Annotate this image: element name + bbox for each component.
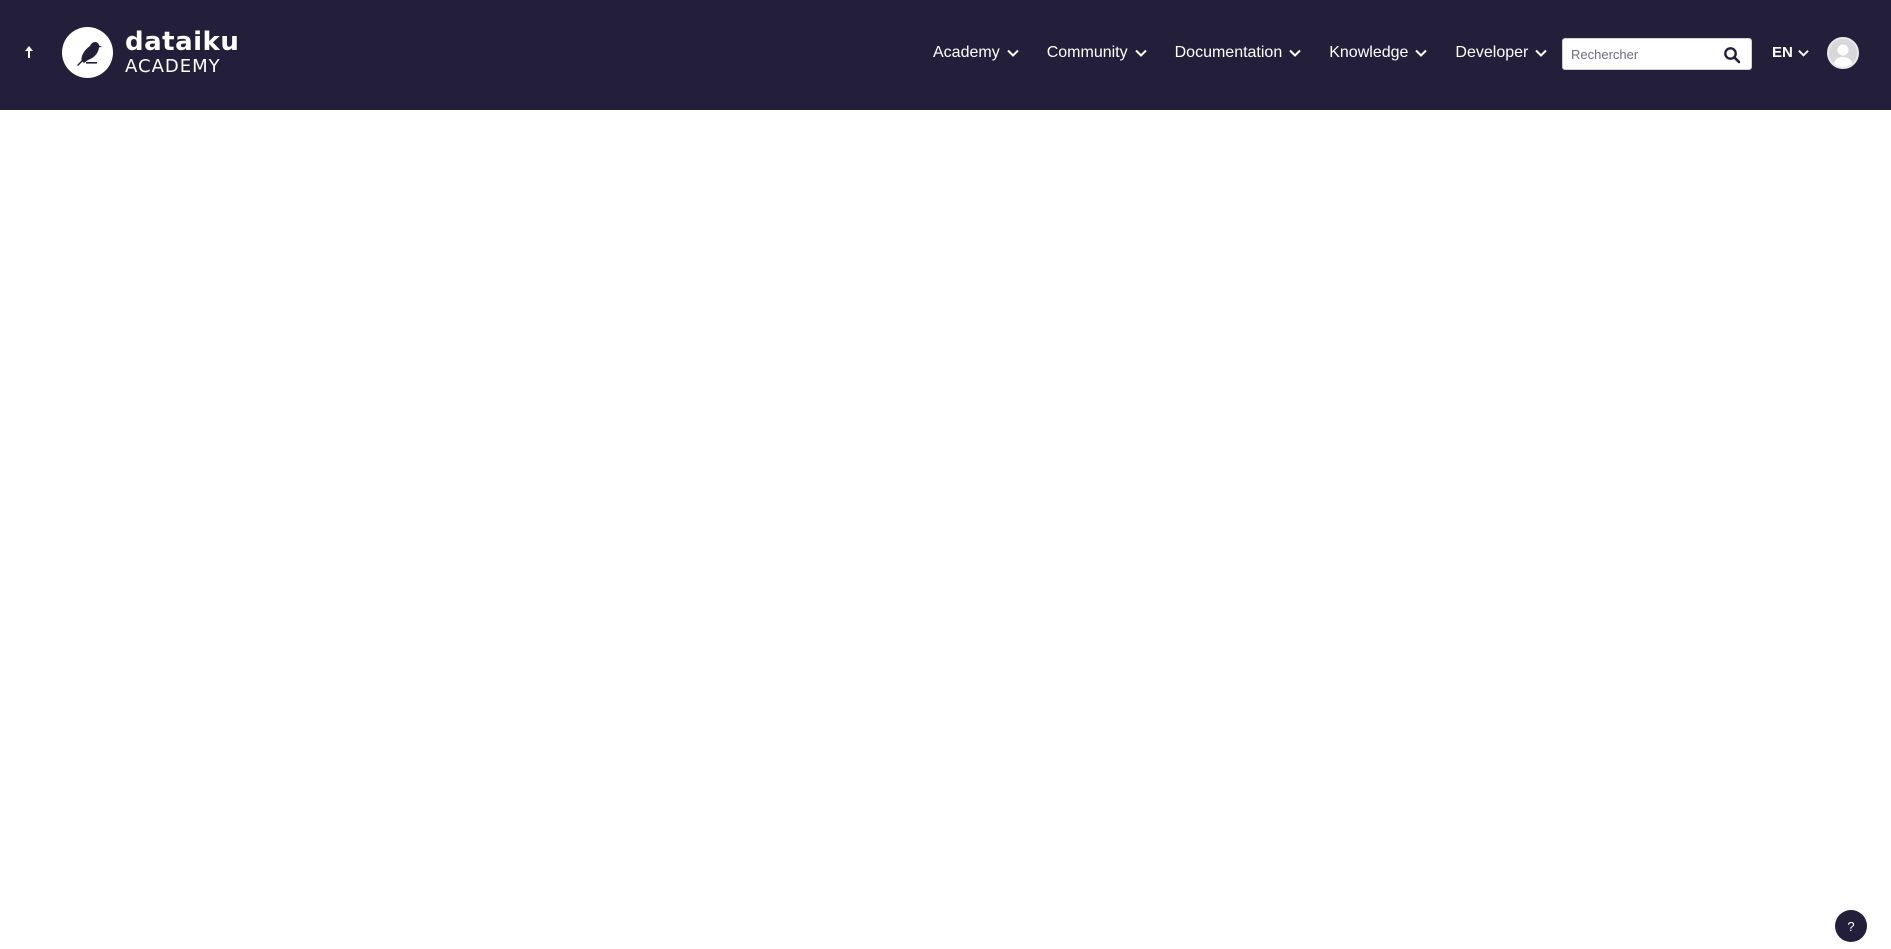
bird-icon [62, 27, 113, 78]
nav-academy[interactable]: Academy [933, 44, 1019, 62]
user-avatar-icon[interactable] [1827, 37, 1859, 69]
search-icon[interactable] [1723, 46, 1741, 64]
logo-subtitle-text: ACADEMY [125, 56, 221, 77]
language-label: EN [1772, 44, 1793, 61]
main-nav: Academy Community Documentation Knowledg… [933, 40, 1575, 66]
nav-academy-label: Academy [933, 44, 1000, 61]
chevron-down-icon [1798, 49, 1809, 57]
help-button[interactable]: ? [1835, 910, 1867, 942]
search-box [1562, 38, 1752, 70]
search-input[interactable] [1563, 39, 1713, 69]
chevron-down-icon [1134, 49, 1147, 57]
nav-knowledge-label: Knowledge [1329, 44, 1409, 61]
chevron-down-icon [1289, 49, 1301, 57]
help-label: ? [1847, 918, 1855, 934]
logo-brand-text: dataiku [125, 27, 240, 57]
nav-community-label: Community [1046, 44, 1128, 61]
nav-documentation-label: Documentation [1174, 44, 1283, 61]
dataiku-academy-logo[interactable]: dataiku ACADEMY [62, 27, 239, 78]
top-navigation-bar: dataiku ACADEMY Academy Community Docume… [0, 0, 1891, 110]
nav-community[interactable]: Community [1047, 44, 1147, 62]
chevron-down-icon [1006, 49, 1019, 57]
nav-developer[interactable]: Developer [1455, 44, 1548, 62]
language-selector[interactable]: EN [1772, 44, 1809, 61]
nav-developer-label: Developer [1455, 44, 1529, 61]
chevron-down-icon [1535, 49, 1548, 57]
chevron-down-icon [1415, 49, 1428, 57]
back-to-top-button[interactable] [20, 41, 38, 63]
arrow-up-icon [25, 46, 33, 58]
nav-documentation[interactable]: Documentation [1175, 44, 1302, 62]
nav-knowledge[interactable]: Knowledge [1329, 44, 1428, 62]
